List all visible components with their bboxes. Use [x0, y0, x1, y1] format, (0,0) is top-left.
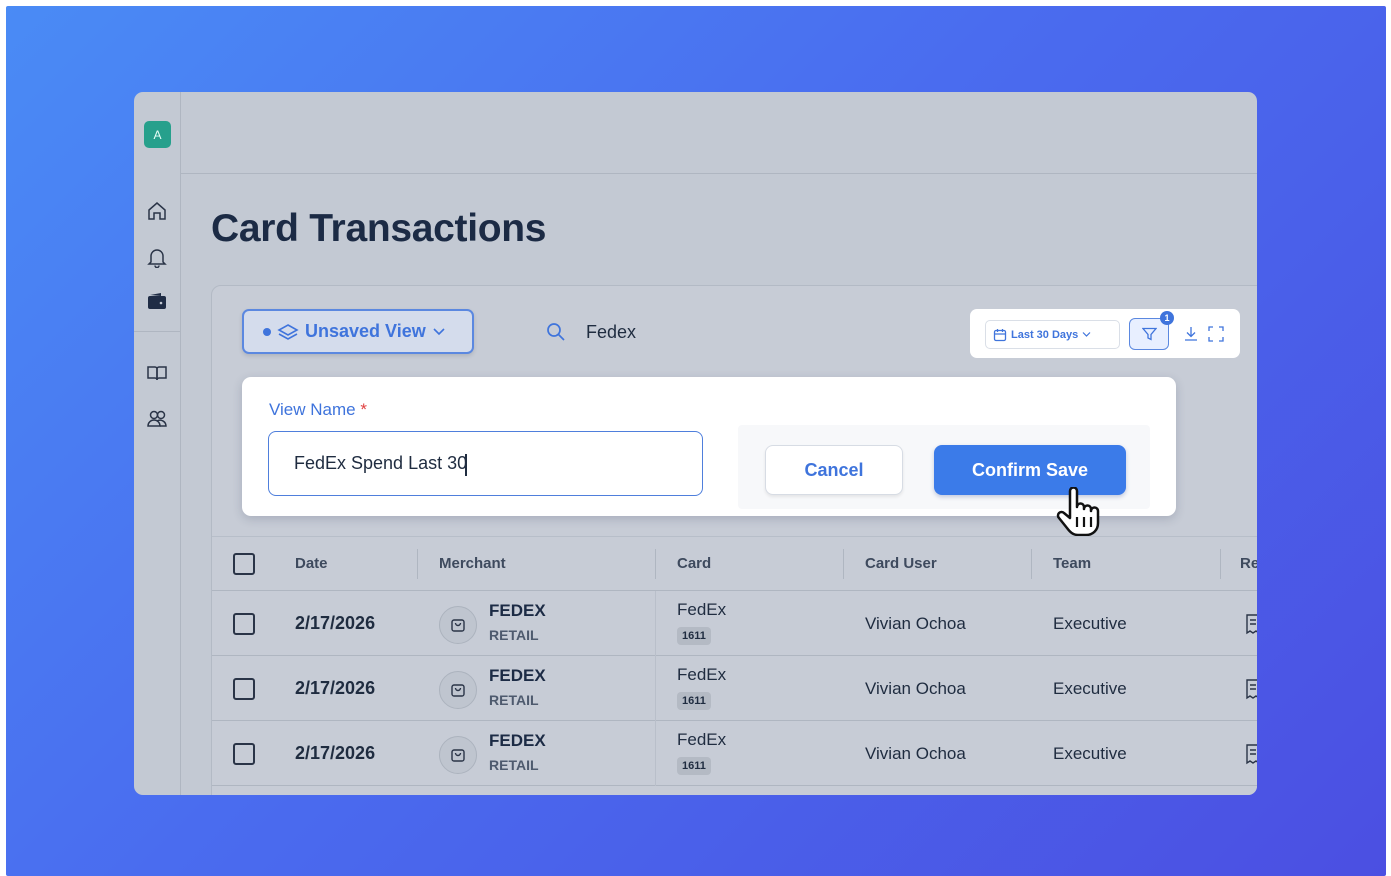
column-header-merchant[interactable]: Merchant [439, 555, 506, 572]
column-header-card[interactable]: Card [677, 555, 711, 572]
column-divider [1031, 549, 1032, 579]
wallet-icon[interactable] [146, 290, 168, 312]
merchant-name: FEDEX [489, 731, 546, 750]
filter-icon [1141, 327, 1157, 341]
receipt-icon[interactable] [1244, 743, 1257, 765]
card-last4-badge: 1611 [677, 757, 711, 775]
column-divider [655, 549, 656, 579]
team: Executive [1053, 744, 1127, 763]
filter-button[interactable]: 1 [1129, 311, 1174, 350]
hand-pointer-cursor-icon [1056, 486, 1102, 539]
layers-icon [277, 323, 299, 341]
table-toolbar: Last 30 Days 1 [970, 309, 1240, 358]
chevron-down-icon [432, 327, 446, 337]
users-icon[interactable] [146, 408, 168, 430]
merchant-name: FEDEX [489, 666, 546, 685]
column-divider [417, 549, 418, 579]
merchant-category: RETAIL [489, 692, 539, 708]
unsaved-dot [263, 327, 271, 336]
select-all-checkbox[interactable] [233, 553, 255, 575]
card-last4-badge: 1611 [677, 692, 711, 710]
top-bar [181, 92, 1257, 174]
receipt-icon[interactable] [1244, 613, 1257, 635]
column-header-receipt[interactable]: Re [1240, 555, 1257, 572]
column-header-card-user[interactable]: Card User [865, 555, 937, 572]
receipt-icon[interactable] [1244, 678, 1257, 700]
home-icon[interactable] [146, 200, 168, 222]
card-last4-badge: 1611 [677, 627, 711, 645]
card-user: Vivian Ochoa [865, 614, 966, 633]
search-query[interactable]: Fedex [586, 322, 636, 343]
column-divider [1220, 549, 1221, 579]
search-icon [546, 322, 566, 342]
workspace-avatar[interactable]: A [144, 121, 171, 148]
shopping-bag-icon [439, 671, 477, 709]
row-checkbox[interactable] [233, 678, 255, 700]
app-window: A Card Transactions Unsaved View Fedex L… [134, 92, 1257, 795]
search-bar[interactable]: Fedex [546, 318, 636, 346]
shopping-bag-icon [439, 736, 477, 774]
row-checkbox[interactable] [233, 743, 255, 765]
row-date: 2/17/2026 [295, 613, 376, 633]
column-header-team[interactable]: Team [1053, 555, 1091, 572]
table-row[interactable]: 2/17/2026 FEDEX RETAIL FedEx 1611 Vivian… [212, 591, 1257, 656]
bell-icon[interactable] [146, 246, 168, 269]
view-name-label-text: View Name [269, 400, 356, 419]
merchant-category: RETAIL [489, 757, 539, 773]
filter-count-badge: 1 [1160, 311, 1174, 325]
card-name: FedEx [677, 600, 727, 619]
column-divider [843, 549, 844, 579]
row-date: 2/17/2026 [295, 743, 376, 763]
column-divider [655, 591, 656, 656]
sidebar: A [134, 92, 181, 795]
cancel-button[interactable]: Cancel [765, 445, 903, 495]
view-name-input[interactable] [268, 431, 703, 496]
column-divider [655, 721, 656, 786]
download-icon[interactable] [1182, 325, 1200, 343]
date-range-label: Last 30 Days [1011, 328, 1079, 341]
card-user: Vivian Ochoa [865, 744, 966, 763]
team: Executive [1053, 679, 1127, 698]
merchant-category: RETAIL [489, 627, 539, 643]
transactions-table: Date Merchant Card Card User Team Re 2/1… [212, 536, 1257, 786]
table-row[interactable]: 2/17/2026 FEDEX RETAIL FedEx 1611 Vivian… [212, 656, 1257, 721]
team: Executive [1053, 614, 1127, 633]
card-name: FedEx [677, 665, 727, 684]
page-title: Card Transactions [211, 207, 547, 250]
column-divider [655, 656, 656, 721]
view-name-label: View Name * [269, 400, 367, 420]
shopping-bag-icon [439, 606, 477, 644]
chevron-down-icon [1082, 331, 1091, 338]
book-icon[interactable] [146, 362, 168, 384]
save-view-popover: View Name * Cancel Confirm Save [242, 377, 1176, 516]
table-header: Date Merchant Card Card User Team Re [212, 536, 1257, 591]
date-range-dropdown[interactable]: Last 30 Days [985, 320, 1120, 349]
sidebar-divider [134, 331, 181, 332]
column-header-date[interactable]: Date [295, 555, 328, 572]
saved-view-dropdown[interactable]: Unsaved View [242, 309, 474, 354]
expand-icon[interactable] [1207, 325, 1225, 343]
card-name: FedEx [677, 730, 727, 749]
view-label: Unsaved View [305, 321, 426, 341]
merchant-name: FEDEX [489, 601, 546, 620]
calendar-icon [993, 328, 1007, 342]
row-checkbox[interactable] [233, 613, 255, 635]
row-date: 2/17/2026 [295, 678, 376, 698]
table-row[interactable]: 2/17/2026 FEDEX RETAIL FedEx 1611 Vivian… [212, 721, 1257, 786]
required-asterisk: * [360, 400, 367, 419]
text-caret [465, 454, 467, 476]
card-user: Vivian Ochoa [865, 679, 966, 698]
